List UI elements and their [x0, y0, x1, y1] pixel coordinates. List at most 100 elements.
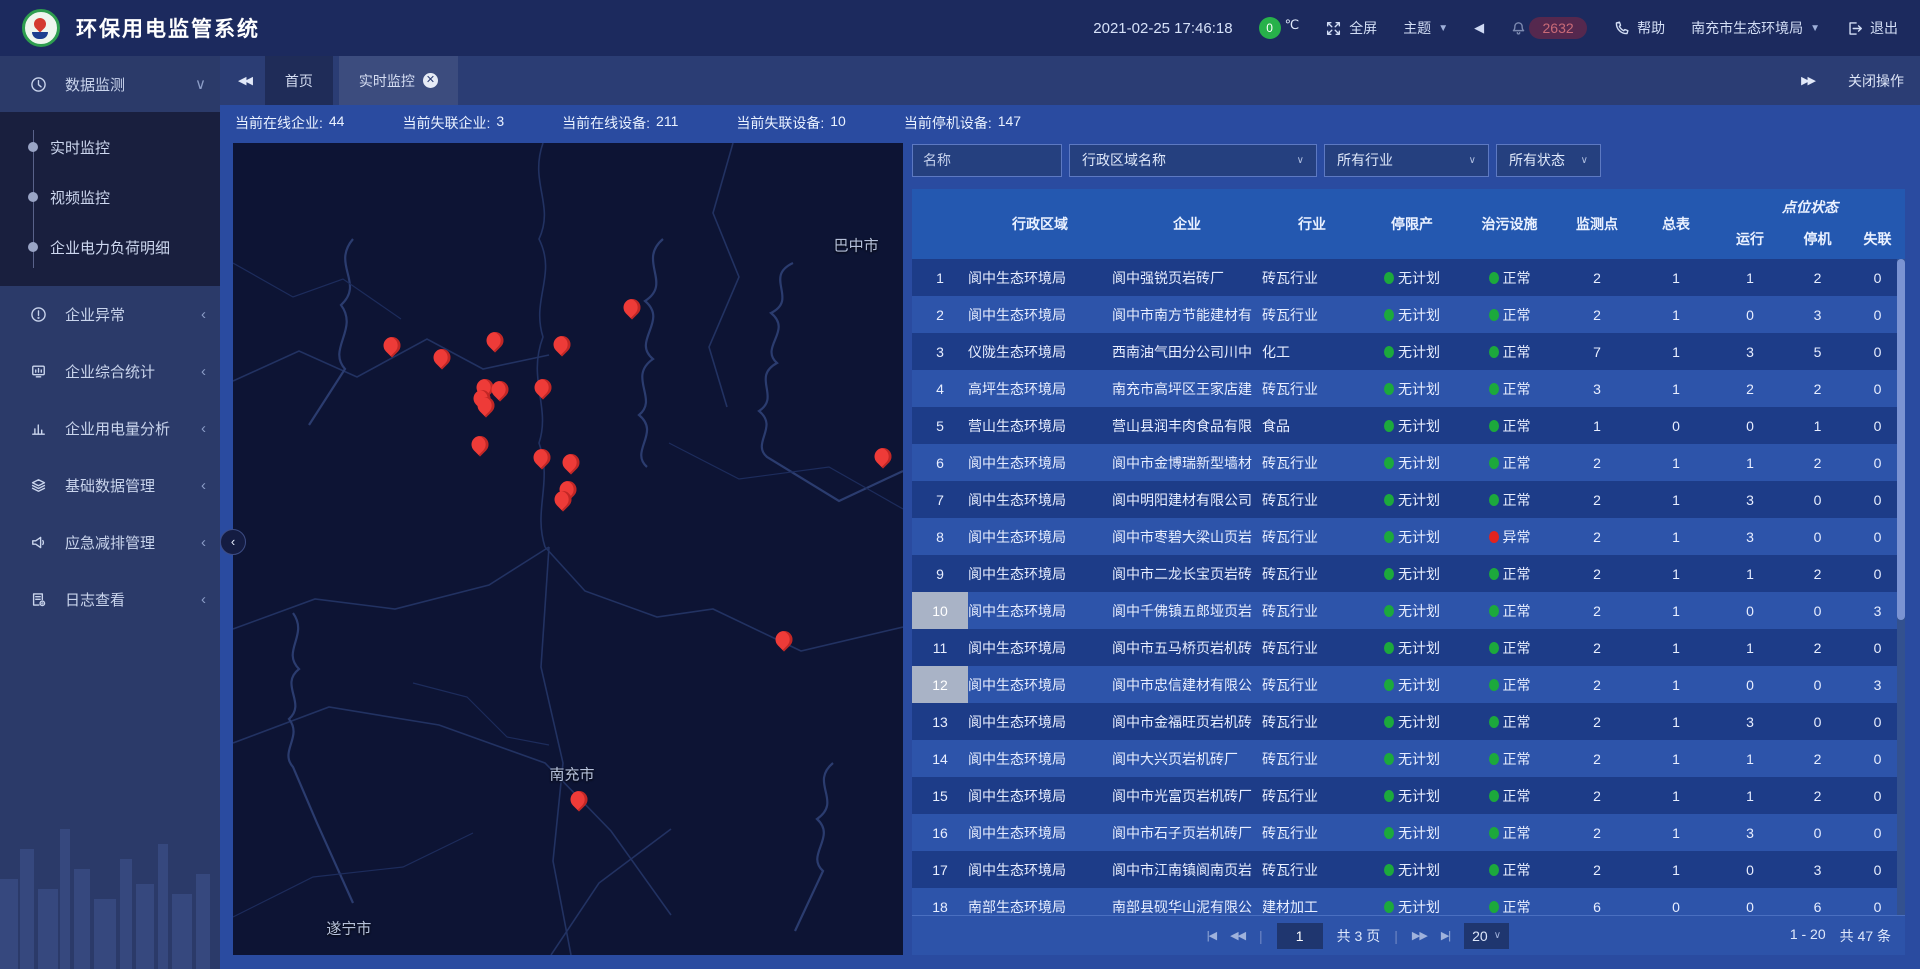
status-dot-icon	[1489, 753, 1499, 765]
table-row[interactable]: 15 阆中生态环境局 阆中市光富页岩机砖厂 砖瓦行业 无计划 正常	[912, 777, 1905, 814]
chevron-left-icon: ‹	[201, 591, 206, 608]
tabs-scroll-right-button[interactable]: ▶▶	[1793, 68, 1822, 93]
bar-chart-icon	[30, 420, 47, 437]
tab-label: 首页	[285, 71, 313, 91]
map-collapse-button[interactable]: ‹	[220, 529, 246, 555]
limit-status-label: 无计划	[1398, 675, 1440, 695]
pager-prev-button[interactable]: ◀◀	[1230, 929, 1245, 942]
page-size-select[interactable]: 20 ∨	[1464, 923, 1509, 949]
pager-first-button[interactable]: |◀	[1207, 929, 1216, 942]
row-index: 17	[912, 851, 968, 888]
log-file-icon	[30, 591, 47, 608]
tab-home[interactable]: 首页	[265, 56, 333, 105]
pager-last-button[interactable]: ▶|	[1441, 929, 1450, 942]
table-row[interactable]: 6 阆中生态环境局 阆中市金博瑞新型墙材 砖瓦行业 无计划 正常	[912, 444, 1905, 481]
sidebar-item-video-monitoring[interactable]: 视频监控	[0, 172, 220, 222]
sidebar-item-power-load-detail[interactable]: 企业电力负荷明细	[0, 222, 220, 272]
facility-status-label: 正常	[1503, 379, 1531, 399]
limit-status-label: 无计划	[1398, 638, 1440, 658]
status-dot-icon	[1384, 790, 1394, 802]
cell-production-limit: 无计划	[1362, 897, 1462, 916]
sidebar-group-enterprise-statistics[interactable]: 企业综合统计 ‹	[0, 343, 220, 400]
pager-next-button[interactable]: ▶▶	[1412, 929, 1427, 942]
status-dot-icon	[1489, 531, 1499, 543]
table-row[interactable]: 17 阆中生态环境局 阆中市江南镇阆南页岩 砖瓦行业 无计划 正常	[912, 851, 1905, 888]
table-row[interactable]: 8 阆中生态环境局 阆中市枣碧大梁山页岩 砖瓦行业 无计划 异常	[912, 518, 1905, 555]
limit-status-label: 无计划	[1398, 342, 1440, 362]
close-operations-button[interactable]: 关闭操作	[1848, 71, 1904, 91]
sidebar-skyline-decoration	[0, 789, 220, 969]
map-panel[interactable]: 巴中市 南充市 遂宁市	[233, 143, 903, 955]
facility-status-label: 正常	[1503, 490, 1531, 510]
cell-running: 0	[1715, 862, 1785, 878]
chevron-down-icon: ∨	[1469, 155, 1476, 166]
org-menu-button[interactable]: 南充市生态环境局 ▼	[1691, 18, 1820, 38]
scrollbar-thumb[interactable]	[1897, 259, 1905, 620]
name-search-input[interactable]	[912, 144, 1062, 177]
datetime-label: 2021-02-25 17:46:18	[1093, 20, 1232, 37]
cell-production-limit: 无计划	[1362, 712, 1462, 732]
row-index: 4	[912, 370, 968, 407]
sound-toggle-button[interactable]: ◀	[1474, 20, 1484, 36]
theme-button[interactable]: 主题 ▼	[1403, 18, 1448, 38]
sidebar-group-log-view[interactable]: 日志查看 ‹	[0, 571, 220, 628]
table-row[interactable]: 12 阆中生态环境局 阆中市忠信建材有限公 砖瓦行业 无计划 正常	[912, 666, 1905, 703]
table-row[interactable]: 2 阆中生态环境局 阆中市南方节能建材有 砖瓦行业 无计划 正常	[912, 296, 1905, 333]
status-dot-icon	[1489, 864, 1499, 876]
notifications-button[interactable]: 2632	[1510, 17, 1587, 39]
status-select[interactable]: 所有状态 ∨	[1496, 144, 1601, 177]
facility-status-label: 正常	[1503, 453, 1531, 473]
help-button[interactable]: 帮助	[1613, 18, 1665, 38]
total-pages-label: 共 3 页	[1337, 926, 1381, 946]
status-dot-icon	[1384, 568, 1394, 580]
tabs-scroll-left-button[interactable]: ◀◀	[230, 68, 259, 93]
cell-industry: 砖瓦行业	[1262, 527, 1362, 547]
sidebar-group-power-analysis[interactable]: 企业用电量分析 ‹	[0, 400, 220, 457]
sidebar-group-enterprise-abnormal[interactable]: 企业异常 ‹	[0, 286, 220, 343]
cell-industry: 砖瓦行业	[1262, 379, 1362, 399]
row-index: 11	[912, 629, 968, 666]
table-row[interactable]: 5 营山生态环境局 营山县润丰肉食品有限 食品 无计划 正常	[912, 407, 1905, 444]
table-row[interactable]: 11 阆中生态环境局 阆中市五马桥页岩机砖 砖瓦行业 无计划 正常	[912, 629, 1905, 666]
org-label: 南充市生态环境局	[1691, 18, 1803, 38]
tab-realtime-monitoring[interactable]: 实时监控 ✕	[339, 56, 458, 105]
sidebar-item-label: 视频监控	[50, 187, 110, 208]
industry-select[interactable]: 所有行业 ∨	[1324, 144, 1489, 177]
table-row[interactable]: 13 阆中生态环境局 阆中市金福旺页岩机砖 砖瓦行业 无计划 正常	[912, 703, 1905, 740]
table-row[interactable]: 14 阆中生态环境局 阆中大兴页岩机砖厂 砖瓦行业 无计划 正常	[912, 740, 1905, 777]
sidebar-group-emergency-reduction[interactable]: 应急减排管理 ‹	[0, 514, 220, 571]
table-header: 行政区域 企业 行业 停限产 治污设施 监测点 总表 点位状态 运行 停机 失联	[912, 189, 1905, 259]
table-row[interactable]: 18 南部生态环境局 南部县砚华山泥有限公 建材加工 无计划 正常	[912, 888, 1905, 915]
cell-production-limit: 无计划	[1362, 564, 1462, 584]
cell-running: 1	[1715, 788, 1785, 804]
cell-total-meter: 1	[1637, 566, 1715, 582]
row-index: 12	[912, 666, 968, 703]
cell-running: 1	[1715, 566, 1785, 582]
sidebar-group-label: 数据监测	[65, 74, 125, 95]
table-scrollbar[interactable]	[1897, 259, 1905, 915]
cell-production-limit: 无计划	[1362, 601, 1462, 621]
cell-total-meter: 1	[1637, 825, 1715, 841]
phone-icon	[1613, 20, 1630, 37]
logout-button[interactable]: 退出	[1846, 18, 1898, 38]
sidebar-item-realtime-monitoring[interactable]: 实时监控	[0, 122, 220, 172]
cell-running: 3	[1715, 492, 1785, 508]
table-row[interactable]: 1 阆中生态环境局 阆中强锐页岩砖厂 砖瓦行业 无计划 正常	[912, 259, 1905, 296]
table-row[interactable]: 4 高坪生态环境局 南充市高坪区王家店建 砖瓦行业 无计划 正常	[912, 370, 1905, 407]
cell-total-meter: 1	[1637, 270, 1715, 286]
sidebar-group-data-monitoring[interactable]: 数据监测 ∨	[0, 56, 220, 112]
table-row[interactable]: 10 阆中生态环境局 阆中千佛镇五郎垭页岩 砖瓦行业 无计划 正常	[912, 592, 1905, 629]
page-number-input[interactable]	[1277, 923, 1323, 949]
table-row[interactable]: 3 仪陇生态环境局 西南油气田分公司川中 化工 无计划 正常	[912, 333, 1905, 370]
table-row[interactable]: 9 阆中生态环境局 阆中市二龙长宝页岩砖 砖瓦行业 无计划 正常	[912, 555, 1905, 592]
table-row[interactable]: 7 阆中生态环境局 阆中明阳建材有限公司 砖瓦行业 无计划 正常	[912, 481, 1905, 518]
stats-board-icon	[30, 363, 47, 380]
cell-region: 阆中生态环境局	[968, 860, 1112, 880]
fullscreen-button[interactable]: 全屏	[1325, 18, 1377, 38]
sidebar-group-base-data[interactable]: 基础数据管理 ‹	[0, 457, 220, 514]
region-select[interactable]: 行政区域名称 ∨	[1069, 144, 1317, 177]
tab-close-icon[interactable]: ✕	[423, 73, 438, 88]
status-dot-icon	[1489, 420, 1499, 432]
table-row[interactable]: 16 阆中生态环境局 阆中市石子页岩机砖厂 砖瓦行业 无计划 正常	[912, 814, 1905, 851]
cell-pollution-facility: 正常	[1462, 305, 1557, 325]
